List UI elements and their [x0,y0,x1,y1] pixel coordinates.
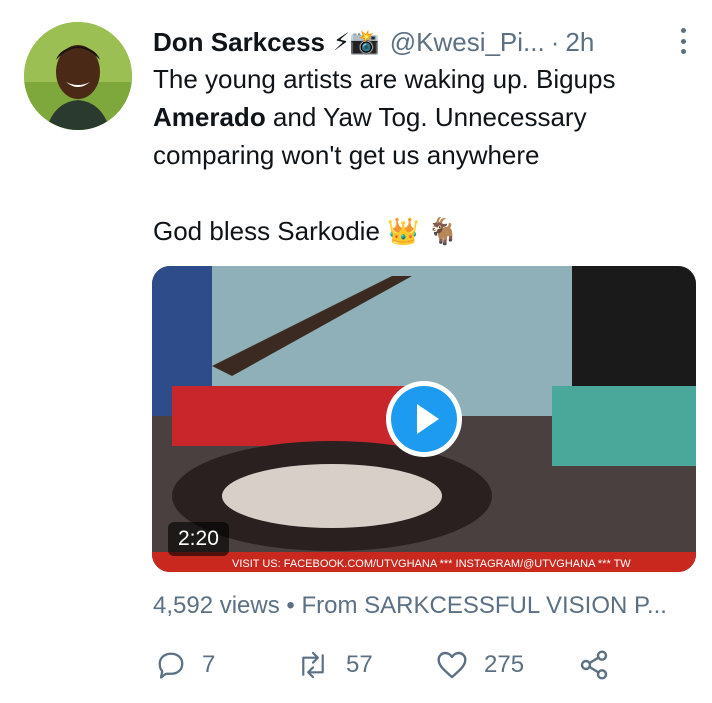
separator-dot: · [550,26,560,57]
tweet-time[interactable]: 2h [565,27,594,58]
tweet-text-line: The young artists are waking up. Bigups [153,64,616,94]
play-icon [417,404,439,434]
author-avatar[interactable] [24,22,132,130]
tweet-text-line: comparing won't get us anywhere [153,140,540,170]
avatar-photo [24,22,132,130]
retweet-count: 57 [346,651,373,678]
share-button[interactable] [578,640,610,690]
reply-icon [158,652,184,679]
reply-count: 7 [202,651,216,678]
like-button[interactable]: 275 [436,640,524,690]
tweet-header: Don Sarkcess ⚡📸 @Kwesi_Pi... · 2h [153,22,692,62]
reply-button[interactable]: 7 [156,640,215,690]
share-icon [580,650,608,680]
author-name[interactable]: Don Sarkcess [153,27,325,58]
ticker-text: VISIT US: FACEBOOK.COM/UTVGHANA *** INST… [232,558,631,570]
author-emoji: ⚡📸 [332,28,380,56]
retweet-icon [302,651,324,679]
tweet-text-line: God bless Sarkodie 👑 🐐 [153,216,460,246]
heart-icon [437,651,467,679]
mention-text: Amerado [153,102,266,132]
view-count: 4,592 views • From SARKCESSFUL VISION P.… [153,592,667,619]
play-button[interactable] [386,381,462,457]
retweet-button[interactable]: 57 [296,640,373,690]
tweet-text-fragment: and Yaw Tog. Unnecessary [265,102,587,132]
like-count: 275 [484,651,525,678]
tweet-text: The young artists are waking up. Bigups … [153,60,673,250]
action-bar: 7 57 275 [152,640,672,690]
more-options-icon[interactable] [678,28,688,54]
tweet-text-line: Amerado and Yaw Tog. Unnecessary [153,98,673,136]
author-handle[interactable]: @Kwesi_Pi... [390,27,545,58]
video-duration: 2:20 [168,522,229,556]
